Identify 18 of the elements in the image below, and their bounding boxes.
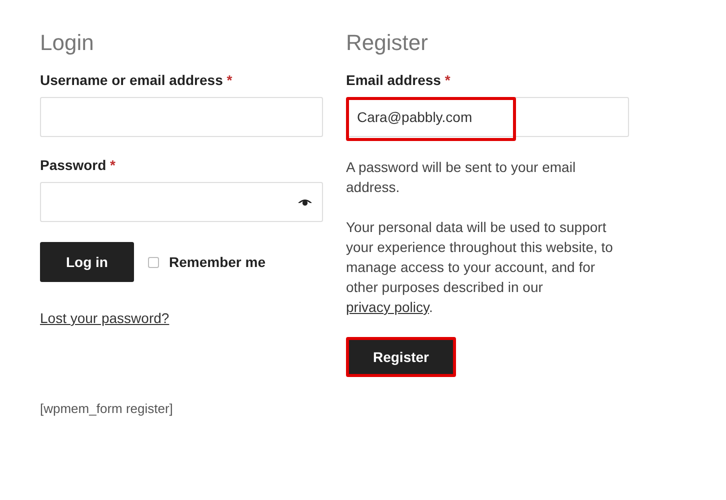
remember-label: Remember me bbox=[169, 254, 266, 270]
privacy-link[interactable]: privacy policy bbox=[346, 299, 429, 315]
login-button[interactable]: Log in bbox=[40, 242, 134, 282]
lost-password-link[interactable]: Lost your password? bbox=[40, 310, 170, 326]
password-note: A password will be sent to your email address. bbox=[346, 158, 577, 197]
email-field[interactable]: Cara@pabbly.com bbox=[346, 97, 629, 137]
privacy-text: Your personal data will be used to support your experience throughout this website, to manage access to your account, and for other purposes described in our privacy policy. bbox=[346, 218, 614, 317]
register-heading: Register bbox=[346, 30, 428, 57]
login-heading: Login bbox=[40, 30, 94, 57]
remember-checkbox[interactable] bbox=[148, 256, 159, 268]
register-button[interactable]: Register bbox=[346, 337, 456, 377]
field-label: Email address * bbox=[346, 72, 450, 88]
eye-icon[interactable] bbox=[298, 198, 312, 206]
shortcode-text: [wpmem_form register] bbox=[40, 401, 174, 416]
password-field[interactable] bbox=[40, 182, 323, 222]
field-label: Password * bbox=[40, 157, 116, 173]
field-label: Username or email address * bbox=[40, 72, 232, 88]
username-field[interactable] bbox=[40, 97, 323, 137]
